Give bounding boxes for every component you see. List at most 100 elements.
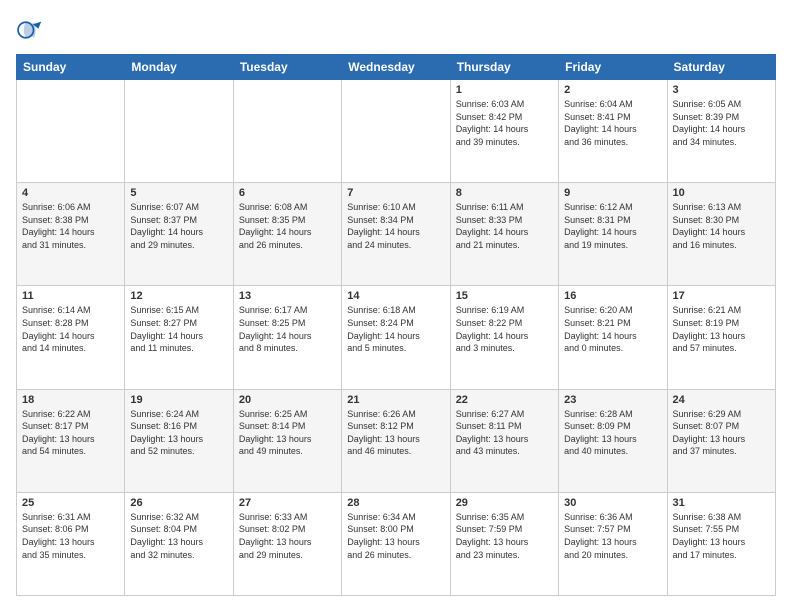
- logo: [16, 16, 48, 44]
- column-header-saturday: Saturday: [667, 55, 775, 80]
- day-info: Sunrise: 6:27 AM Sunset: 8:11 PM Dayligh…: [456, 408, 553, 458]
- day-cell-4: 4Sunrise: 6:06 AM Sunset: 8:38 PM Daylig…: [17, 183, 125, 286]
- day-info: Sunrise: 6:28 AM Sunset: 8:09 PM Dayligh…: [564, 408, 661, 458]
- day-info: Sunrise: 6:21 AM Sunset: 8:19 PM Dayligh…: [673, 304, 770, 354]
- column-header-monday: Monday: [125, 55, 233, 80]
- day-number: 23: [564, 394, 661, 406]
- day-number: 13: [239, 290, 336, 302]
- day-cell-9: 9 Sunrise: 6:12 AM Sunset: 8:31 PM Daylig…: [559, 183, 667, 286]
- day-info: Sunrise: 6:15 AM Sunset: 8:27 PM Dayligh…: [130, 304, 227, 354]
- day-number: 12: [130, 290, 227, 302]
- day-cell-15: 15 Sunrise: 6:19 AM Sunset: 8:22 PM Dayli…: [450, 286, 558, 389]
- day-number: 27: [239, 497, 336, 509]
- column-header-sunday: Sunday: [17, 55, 125, 80]
- day-cell-31: 31 Sunrise: 6:38 AM Sunset: 7:55 PM Dayli…: [667, 492, 775, 595]
- day-info: Sunrise: 6:10 AM Sunset: 8:34 PM Dayligh…: [347, 201, 444, 251]
- day-info: Sunrise: 6:33 AM Sunset: 8:02 PM Dayligh…: [239, 511, 336, 561]
- day-cell-5: 5 Sunrise: 6:07 AM Sunset: 8:37 PM Daylig…: [125, 183, 233, 286]
- empty-cell: [342, 80, 450, 183]
- day-info: Sunrise: 6:17 AM Sunset: 8:25 PM Dayligh…: [239, 304, 336, 354]
- day-info: Sunrise: 6:26 AM Sunset: 8:12 PM Dayligh…: [347, 408, 444, 458]
- day-number: 30: [564, 497, 661, 509]
- day-cell-22: 22 Sunrise: 6:27 AM Sunset: 8:11 PM Dayli…: [450, 389, 558, 492]
- day-info: Sunrise: 6:34 AM Sunset: 8:00 PM Dayligh…: [347, 511, 444, 561]
- day-number: 2: [564, 84, 661, 96]
- day-number: 21: [347, 394, 444, 406]
- empty-cell: [125, 80, 233, 183]
- day-cell-12: 12 Sunrise: 6:15 AM Sunset: 8:27 PM Dayli…: [125, 286, 233, 389]
- day-number: 26: [130, 497, 227, 509]
- day-cell-24: 24Sunrise: 6:29 AM Sunset: 8:07 PM Dayli…: [667, 389, 775, 492]
- week-row-5: 25 Sunrise: 6:31 AM Sunset: 8:06 PM Dayli…: [17, 492, 776, 595]
- column-header-tuesday: Tuesday: [233, 55, 341, 80]
- day-cell-20: 20 Sunrise: 6:25 AM Sunset: 8:14 PM Dayli…: [233, 389, 341, 492]
- day-cell-23: 23 Sunrise: 6:28 AM Sunset: 8:09 PM Dayli…: [559, 389, 667, 492]
- day-number: 9: [564, 187, 661, 199]
- day-info: Sunrise: 6:19 AM Sunset: 8:22 PM Dayligh…: [456, 304, 553, 354]
- day-info: Sunrise: 6:14 AM Sunset: 8:28 PM Dayligh…: [22, 304, 119, 354]
- logo-icon: [16, 16, 44, 44]
- day-number: 3: [673, 84, 770, 96]
- day-cell-19: 19Sunrise: 6:24 AM Sunset: 8:16 PM Dayli…: [125, 389, 233, 492]
- day-cell-3: 3 Sunrise: 6:05 AM Sunset: 8:39 PM Daylig…: [667, 80, 775, 183]
- day-cell-2: 2 Sunrise: 6:04 AM Sunset: 8:41 PM Daylig…: [559, 80, 667, 183]
- day-info: Sunrise: 6:18 AM Sunset: 8:24 PM Dayligh…: [347, 304, 444, 354]
- day-cell-28: 28Sunrise: 6:34 AM Sunset: 8:00 PM Dayli…: [342, 492, 450, 595]
- week-row-3: 11 Sunrise: 6:14 AM Sunset: 8:28 PM Dayli…: [17, 286, 776, 389]
- column-header-friday: Friday: [559, 55, 667, 80]
- day-cell-30: 30Sunrise: 6:36 AM Sunset: 7:57 PM Dayli…: [559, 492, 667, 595]
- day-info: Sunrise: 6:25 AM Sunset: 8:14 PM Dayligh…: [239, 408, 336, 458]
- day-cell-16: 16 Sunrise: 6:20 AM Sunset: 8:21 PM Dayli…: [559, 286, 667, 389]
- day-number: 22: [456, 394, 553, 406]
- day-info: Sunrise: 6:35 AM Sunset: 7:59 PM Dayligh…: [456, 511, 553, 561]
- day-cell-27: 27 Sunrise: 6:33 AM Sunset: 8:02 PM Dayli…: [233, 492, 341, 595]
- day-cell-26: 26 Sunrise: 6:32 AM Sunset: 8:04 PM Dayli…: [125, 492, 233, 595]
- column-header-thursday: Thursday: [450, 55, 558, 80]
- empty-cell: [17, 80, 125, 183]
- day-info: Sunrise: 6:04 AM Sunset: 8:41 PM Dayligh…: [564, 98, 661, 148]
- day-cell-6: 6 Sunrise: 6:08 AM Sunset: 8:35 PM Daylig…: [233, 183, 341, 286]
- day-info: Sunrise: 6:32 AM Sunset: 8:04 PM Dayligh…: [130, 511, 227, 561]
- day-number: 19: [130, 394, 227, 406]
- header-row: SundayMondayTuesdayWednesdayThursdayFrid…: [17, 55, 776, 80]
- day-number: 31: [673, 497, 770, 509]
- day-number: 8: [456, 187, 553, 199]
- day-cell-18: 18 Sunrise: 6:22 AM Sunset: 8:17 PM Dayli…: [17, 389, 125, 492]
- day-info: Sunrise: 6:31 AM Sunset: 8:06 PM Dayligh…: [22, 511, 119, 561]
- day-number: 25: [22, 497, 119, 509]
- empty-cell: [233, 80, 341, 183]
- day-info: Sunrise: 6:07 AM Sunset: 8:37 PM Dayligh…: [130, 201, 227, 251]
- day-number: 11: [22, 290, 119, 302]
- day-cell-21: 21 Sunrise: 6:26 AM Sunset: 8:12 PM Dayli…: [342, 389, 450, 492]
- calendar-page: SundayMondayTuesdayWednesdayThursdayFrid…: [0, 0, 792, 612]
- day-number: 29: [456, 497, 553, 509]
- day-number: 15: [456, 290, 553, 302]
- header: [16, 16, 776, 44]
- day-number: 16: [564, 290, 661, 302]
- day-info: Sunrise: 6:22 AM Sunset: 8:17 PM Dayligh…: [22, 408, 119, 458]
- day-info: Sunrise: 6:29 AM Sunset: 8:07 PM Dayligh…: [673, 408, 770, 458]
- day-cell-11: 11 Sunrise: 6:14 AM Sunset: 8:28 PM Dayli…: [17, 286, 125, 389]
- day-number: 7: [347, 187, 444, 199]
- day-info: Sunrise: 6:08 AM Sunset: 8:35 PM Dayligh…: [239, 201, 336, 251]
- day-number: 5: [130, 187, 227, 199]
- day-number: 6: [239, 187, 336, 199]
- day-info: Sunrise: 6:05 AM Sunset: 8:39 PM Dayligh…: [673, 98, 770, 148]
- day-cell-29: 29 Sunrise: 6:35 AM Sunset: 7:59 PM Dayli…: [450, 492, 558, 595]
- day-number: 17: [673, 290, 770, 302]
- day-info: Sunrise: 6:03 AM Sunset: 8:42 PM Dayligh…: [456, 98, 553, 148]
- day-info: Sunrise: 6:12 AM Sunset: 8:31 PM Dayligh…: [564, 201, 661, 251]
- day-cell-25: 25 Sunrise: 6:31 AM Sunset: 8:06 PM Dayli…: [17, 492, 125, 595]
- day-cell-17: 17 Sunrise: 6:21 AM Sunset: 8:19 PM Dayli…: [667, 286, 775, 389]
- day-info: Sunrise: 6:06 AM Sunset: 8:38 PM Dayligh…: [22, 201, 119, 251]
- day-number: 14: [347, 290, 444, 302]
- day-info: Sunrise: 6:38 AM Sunset: 7:55 PM Dayligh…: [673, 511, 770, 561]
- calendar-table: SundayMondayTuesdayWednesdayThursdayFrid…: [16, 54, 776, 596]
- day-number: 18: [22, 394, 119, 406]
- day-cell-10: 10Sunrise: 6:13 AM Sunset: 8:30 PM Dayli…: [667, 183, 775, 286]
- day-number: 20: [239, 394, 336, 406]
- day-cell-14: 14 Sunrise: 6:18 AM Sunset: 8:24 PM Dayli…: [342, 286, 450, 389]
- week-row-2: 4Sunrise: 6:06 AM Sunset: 8:38 PM Daylig…: [17, 183, 776, 286]
- day-cell-7: 7 Sunrise: 6:10 AM Sunset: 8:34 PM Daylig…: [342, 183, 450, 286]
- day-info: Sunrise: 6:20 AM Sunset: 8:21 PM Dayligh…: [564, 304, 661, 354]
